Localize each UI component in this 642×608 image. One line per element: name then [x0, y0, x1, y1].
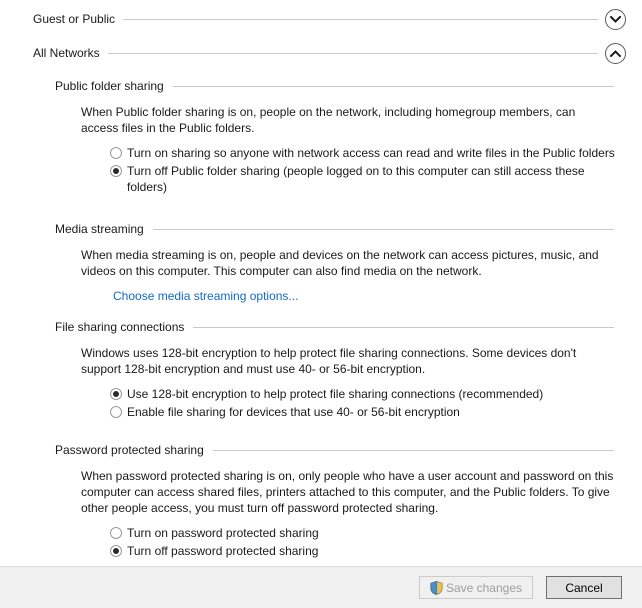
subsection-header-file-sharing-connections: File sharing connections — [0, 317, 642, 337]
password-protected-sharing-radio-group: Turn on password protected sharing Turn … — [110, 525, 642, 559]
radio-label: Turn on password protected sharing — [127, 526, 319, 540]
subsection-title: Media streaming — [55, 222, 144, 236]
radio-label: Turn on sharing so anyone with network a… — [127, 146, 615, 160]
radio-label: Turn off Public folder sharing (people l… — [127, 164, 585, 194]
radio-option-turn-on-password-protected-sharing[interactable]: Turn on password protected sharing — [110, 525, 642, 541]
chevron-down-icon-guest-or-public[interactable] — [605, 8, 626, 30]
public-folder-sharing-description: When Public folder sharing is on, people… — [81, 105, 576, 135]
radio-option-turn-off-password-protected-sharing[interactable]: Turn off password protected sharing — [110, 543, 642, 559]
subsection-rule — [152, 228, 614, 230]
subsection-rule — [172, 85, 614, 87]
chevron-up-icon-all-networks[interactable] — [605, 42, 626, 64]
settings-content-area: Guest or Public All Networks Public fold… — [0, 0, 642, 566]
subsection-header-media-streaming: Media streaming — [0, 219, 642, 239]
radio-indicator[interactable] — [110, 165, 122, 177]
radio-label: Enable file sharing for devices that use… — [127, 405, 460, 419]
subsection-rule — [212, 449, 614, 451]
section-rule — [123, 18, 598, 20]
chevron-down-icon — [610, 15, 621, 23]
radio-indicator[interactable] — [110, 406, 122, 418]
radio-label: Use 128-bit encryption to help protect f… — [127, 387, 544, 401]
radio-label: Turn off password protected sharing — [127, 544, 319, 558]
subsection-title: Password protected sharing — [55, 443, 204, 457]
public-folder-sharing-radio-group: Turn on sharing so anyone with network a… — [110, 145, 642, 195]
password-protected-sharing-description: When password protected sharing is on, o… — [81, 469, 614, 515]
subsection-header-public-folder-sharing: Public folder sharing — [0, 76, 642, 96]
uac-shield-icon — [430, 580, 443, 595]
subsection-header-password-protected-sharing: Password protected sharing — [0, 440, 642, 460]
file-sharing-connections-description: Windows uses 128-bit encryption to help … — [81, 346, 577, 376]
media-streaming-description: When media streaming is on, people and d… — [81, 248, 599, 278]
subsection-rule — [193, 326, 614, 328]
radio-indicator[interactable] — [110, 527, 122, 539]
radio-indicator[interactable] — [110, 388, 122, 400]
section-title-all-networks: All Networks — [33, 46, 100, 60]
subsection-title: File sharing connections — [55, 320, 185, 334]
radio-option-turn-on-public-sharing[interactable]: Turn on sharing so anyone with network a… — [110, 145, 642, 161]
section-title-guest-or-public: Guest or Public — [33, 12, 116, 26]
section-header-all-networks[interactable]: All Networks — [0, 42, 642, 64]
section-rule — [107, 52, 598, 54]
radio-indicator[interactable] — [110, 545, 122, 557]
save-changes-label: Save changes — [445, 580, 522, 595]
cancel-button[interactable]: Cancel — [546, 576, 622, 599]
section-header-guest-or-public[interactable]: Guest or Public — [0, 8, 642, 30]
choose-media-streaming-options-link[interactable]: Choose media streaming options... — [113, 289, 298, 303]
radio-indicator[interactable] — [110, 147, 122, 159]
save-changes-button[interactable]: Save changes — [418, 576, 533, 599]
radio-option-turn-off-public-sharing[interactable]: Turn off Public folder sharing (people l… — [110, 163, 642, 195]
dialog-button-bar: Save changes Cancel — [0, 566, 642, 608]
chevron-up-icon — [610, 49, 621, 57]
media-streaming-link-row: Choose media streaming options... — [113, 289, 642, 303]
subsection-title: Public folder sharing — [55, 79, 164, 93]
radio-option-use-128-bit-encryption[interactable]: Use 128-bit encryption to help protect f… — [110, 386, 642, 402]
file-sharing-connections-radio-group: Use 128-bit encryption to help protect f… — [110, 386, 642, 420]
radio-option-enable-40-or-56-bit-encryption[interactable]: Enable file sharing for devices that use… — [110, 404, 642, 420]
